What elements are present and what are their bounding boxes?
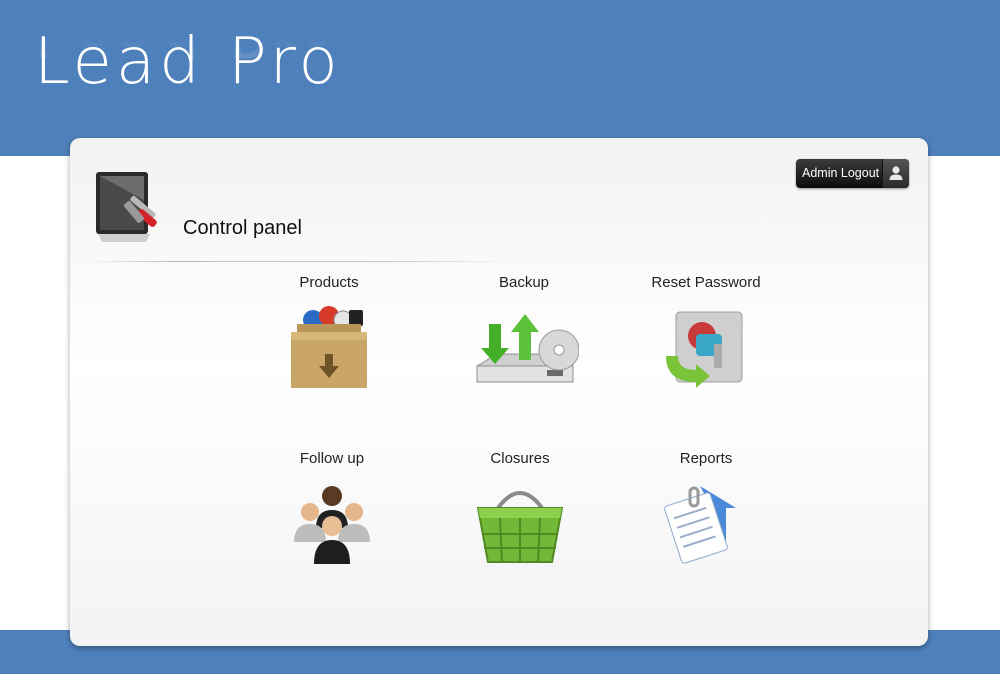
tile-label: Backup — [498, 274, 550, 291]
reset-password-icon — [666, 311, 743, 388]
tile-closures[interactable]: Closures — [445, 450, 595, 570]
tile-label: Reports — [679, 450, 733, 467]
tile-label: Follow up — [299, 450, 365, 467]
report-document-icon — [664, 486, 736, 564]
control-panel-icon — [92, 170, 162, 244]
tile-label: Products — [299, 274, 359, 291]
logo-reflection: Lead Pro — [34, 38, 342, 72]
page-title: Control panel — [183, 217, 302, 239]
products-box-icon — [291, 306, 367, 388]
tile-label: Reset Password — [651, 274, 761, 291]
tile-reports[interactable]: Reports — [631, 450, 781, 570]
tile-backup[interactable]: Backup — [449, 274, 599, 394]
logout-label: Admin Logout — [802, 166, 880, 180]
control-panel: Admin Logout Control panel Products Back… — [70, 138, 928, 646]
tile-products[interactable]: Products — [254, 274, 404, 394]
people-group-icon — [294, 486, 370, 564]
basket-icon — [476, 491, 564, 563]
title-divider — [85, 261, 515, 262]
tile-follow-up[interactable]: Follow up — [257, 450, 407, 570]
user-icon — [882, 159, 909, 188]
tile-label: Closures — [490, 450, 550, 467]
tile-reset-password[interactable]: Reset Password — [631, 274, 781, 394]
admin-logout-button[interactable]: Admin Logout — [796, 159, 909, 188]
backup-drive-icon — [476, 314, 579, 383]
